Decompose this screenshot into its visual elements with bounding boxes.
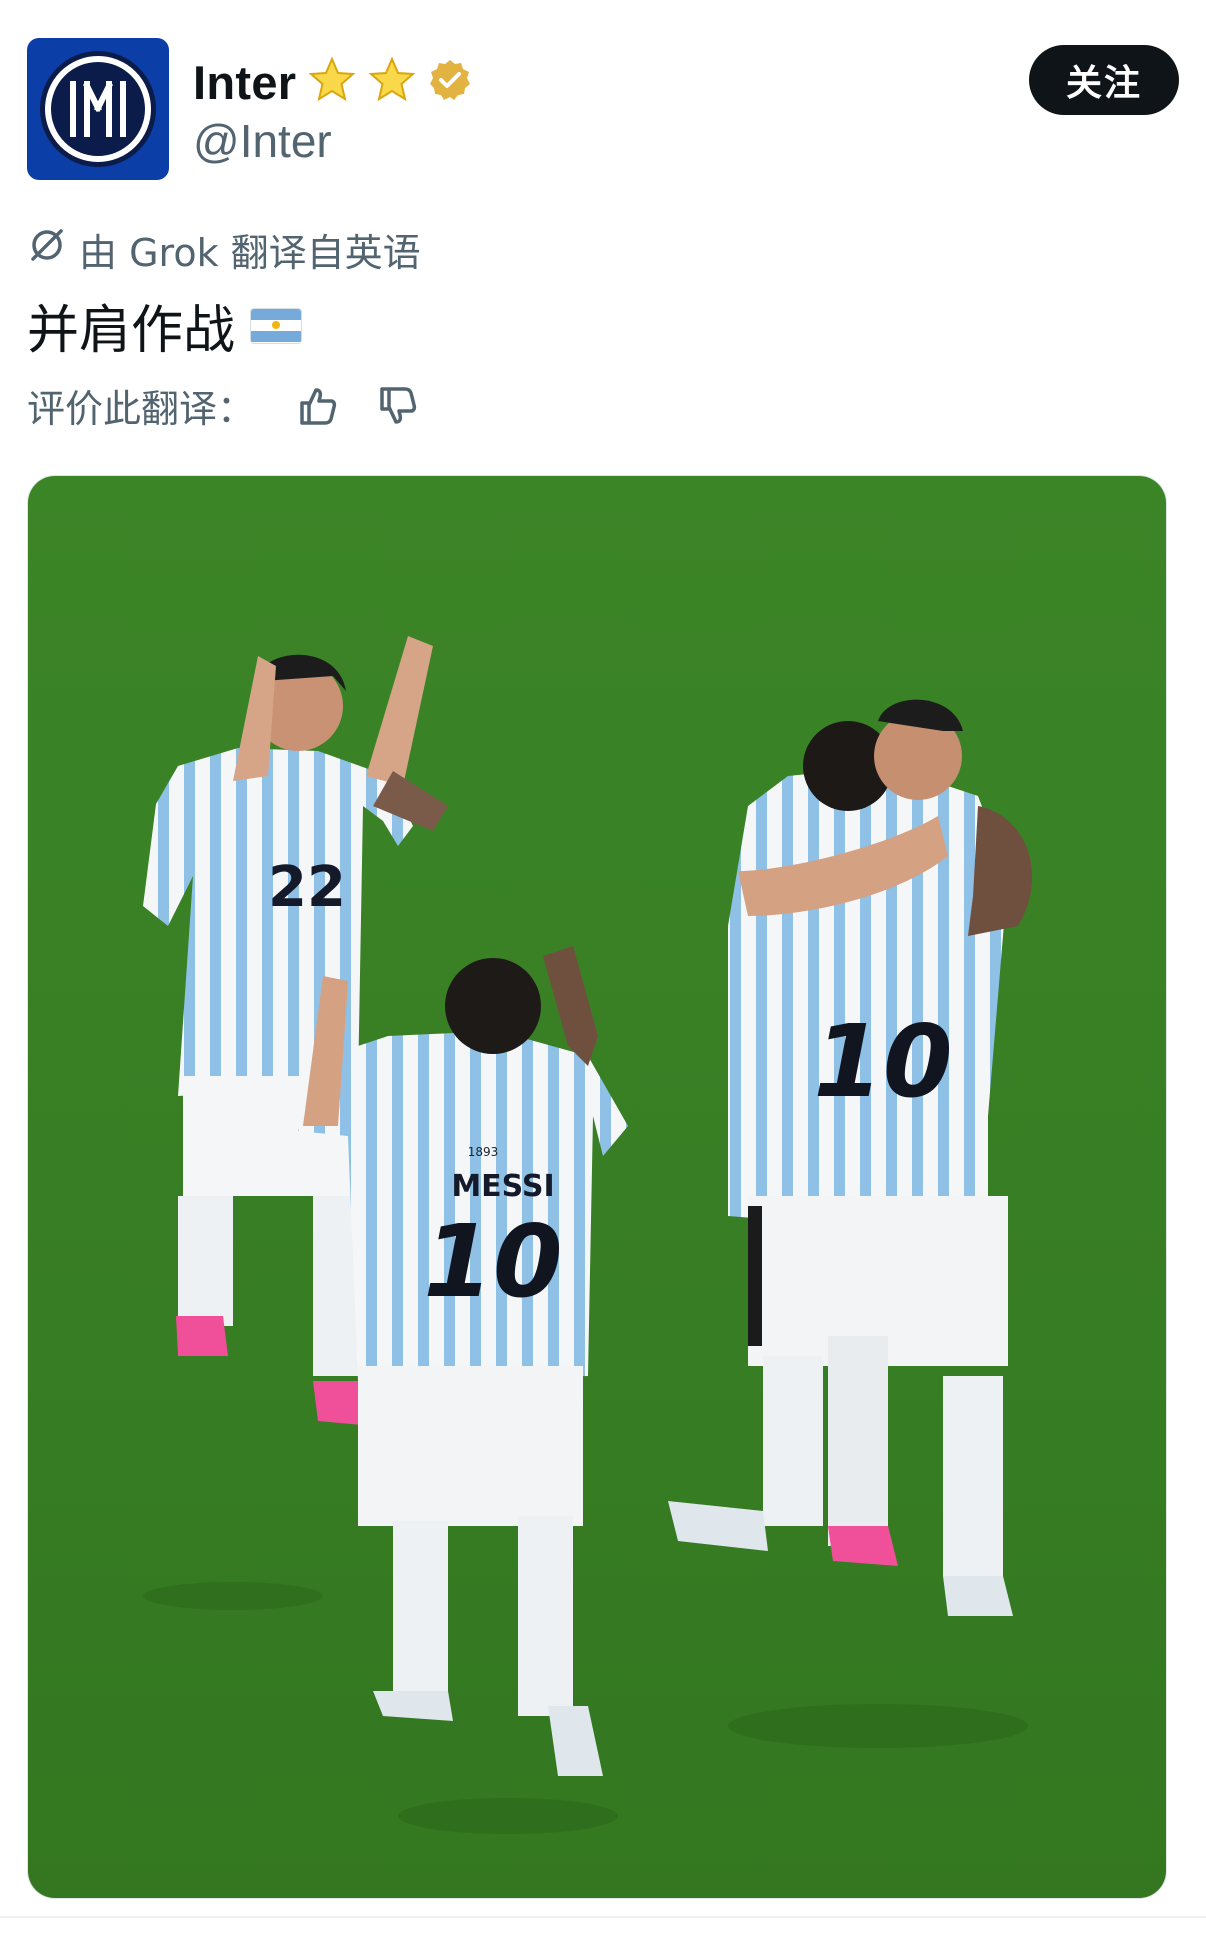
football-celebration-image: 22 1893 MESSI 10 10 (28, 476, 1166, 1898)
translation-label[interactable]: 由 Grok 翻译自英语 (79, 222, 421, 277)
account-handle[interactable]: @Inter (193, 114, 332, 168)
star-icon (308, 56, 356, 108)
inter-logo-icon (40, 51, 156, 167)
post-photo[interactable]: 22 1893 MESSI 10 10 (27, 475, 1167, 1899)
thumbs-down-icon[interactable] (377, 385, 419, 427)
jersey-name-messi: MESSI (451, 1169, 554, 1204)
display-name[interactable]: Inter (193, 55, 296, 110)
verified-badge-icon (428, 58, 472, 106)
follow-button[interactable]: 关注 (1029, 45, 1179, 115)
jersey-number-10: 10 (423, 1203, 562, 1320)
jersey-number-10-right: 10 (813, 1003, 952, 1120)
thumbs-up-icon[interactable] (297, 385, 339, 427)
translate-icon (27, 225, 67, 274)
post-text-content: 并肩作战 (27, 301, 236, 361)
jersey-number-22: 22 (268, 855, 346, 920)
argentina-flag-icon (251, 308, 302, 343)
divider (0, 1916, 1206, 1918)
star-icon (368, 56, 416, 108)
rate-translation-label: 评价此翻译： (27, 387, 256, 431)
translation-note: 由 Grok 翻译自英语 (27, 222, 421, 277)
rate-translation-row: 评价此翻译： (27, 378, 419, 433)
post-header: Inter @Inter 关注 (27, 38, 1179, 183)
account-avatar[interactable] (27, 38, 169, 180)
name-row: Inter (193, 52, 472, 112)
jersey-year: 1893 (468, 1145, 499, 1159)
post-text: 并肩作战 (27, 288, 302, 363)
